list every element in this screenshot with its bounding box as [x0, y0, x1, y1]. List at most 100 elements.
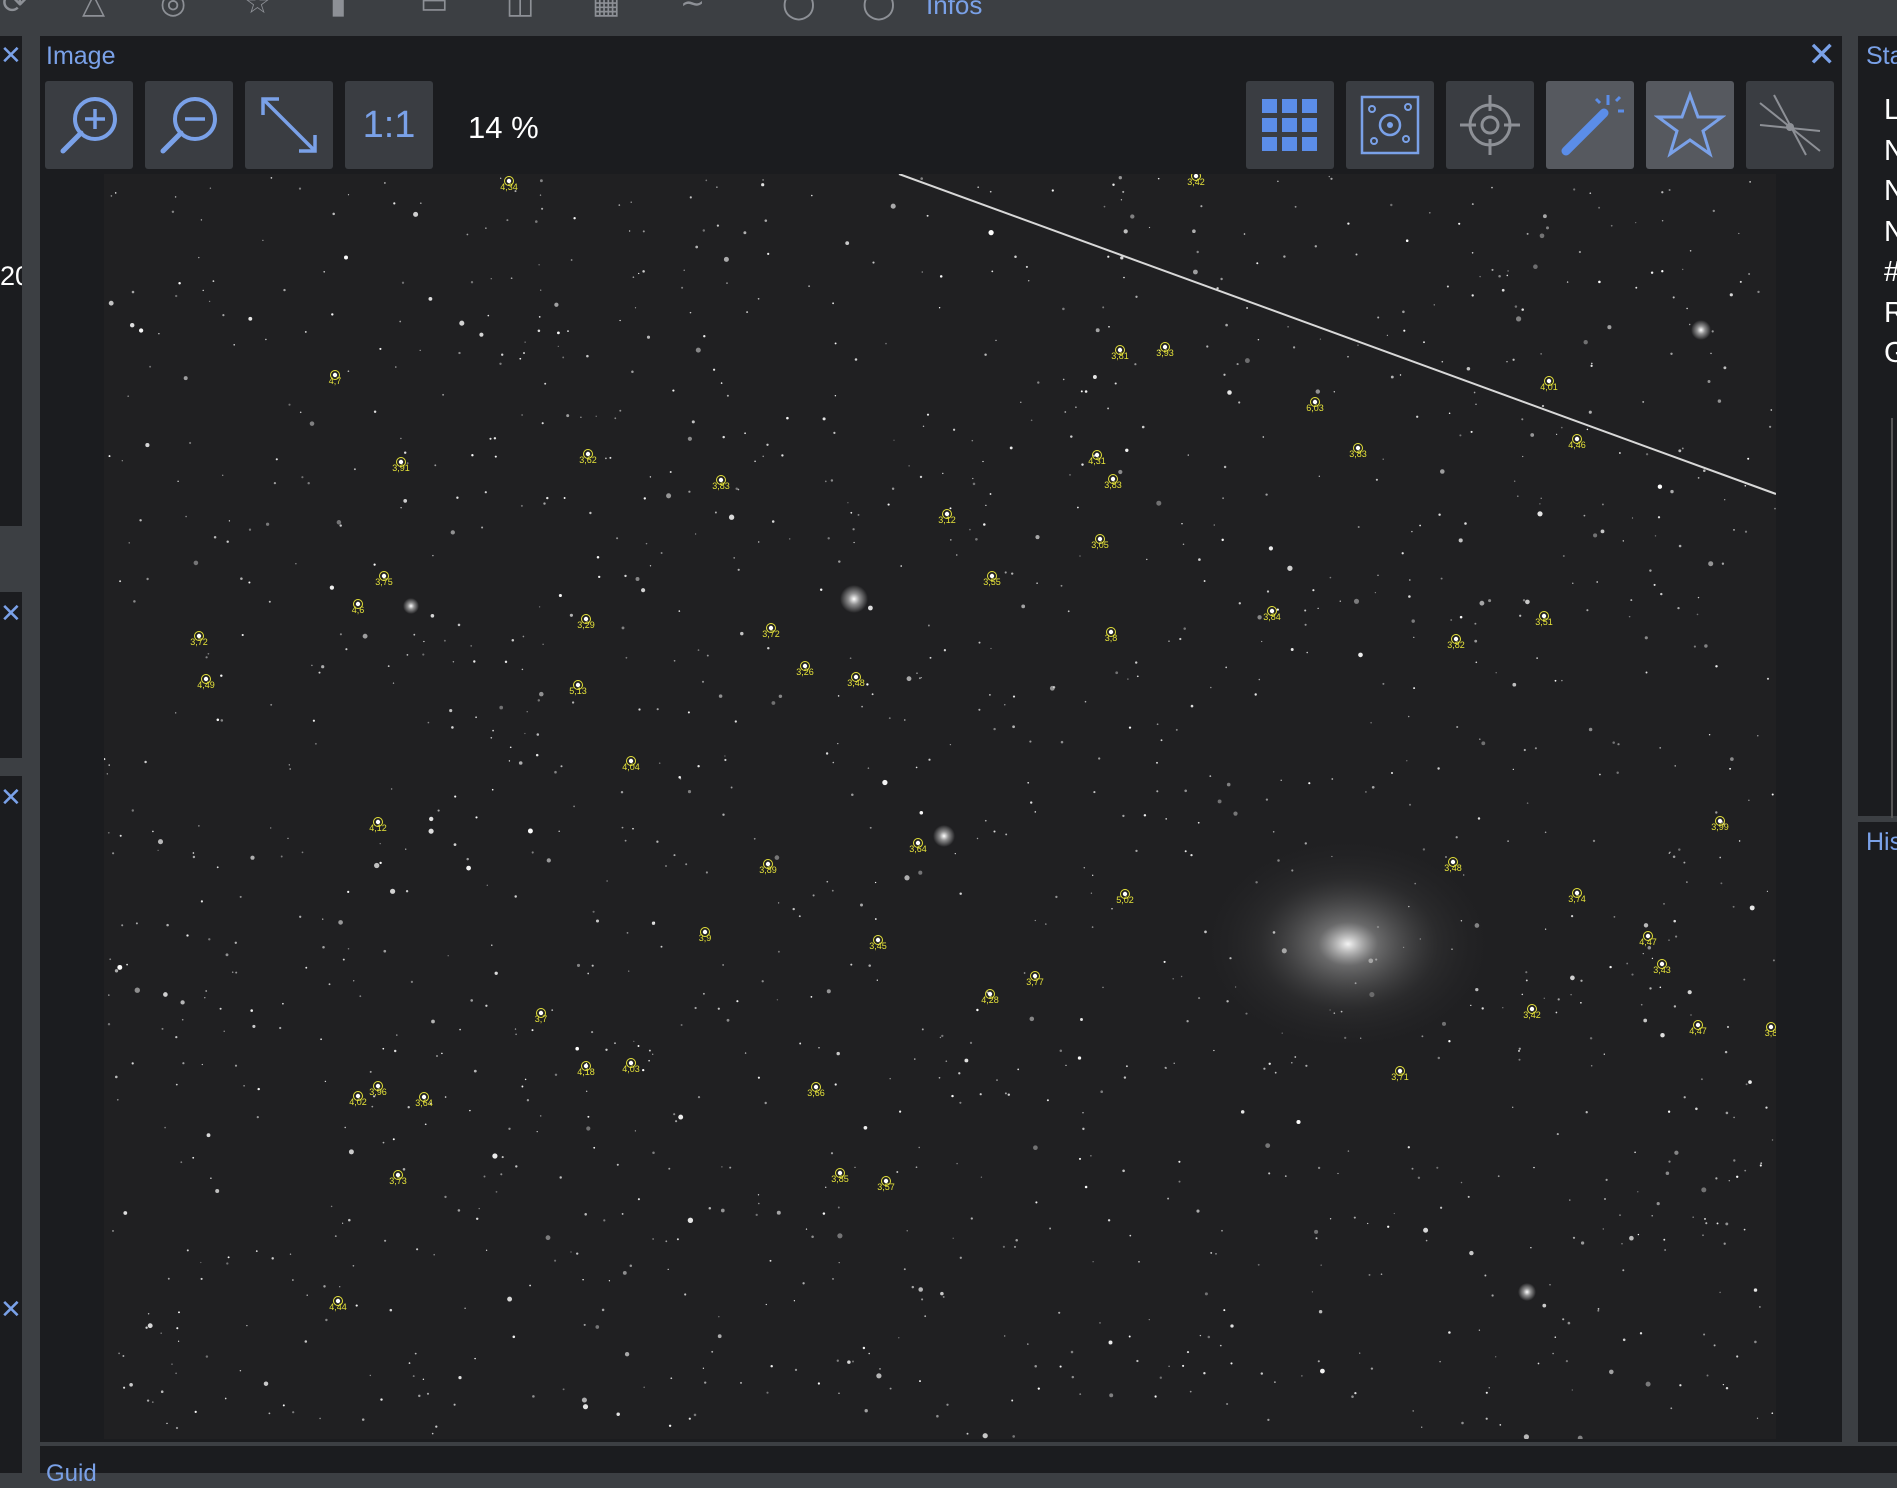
background-star	[1226, 1402, 1229, 1406]
background-star	[396, 1034, 398, 1036]
background-star	[724, 755, 726, 757]
background-star	[403, 451, 407, 454]
background-star	[1319, 338, 1322, 340]
background-star	[494, 455, 497, 458]
background-star	[634, 307, 637, 309]
background-star	[1597, 1309, 1600, 1312]
background-star	[490, 736, 493, 739]
close-icon[interactable]: ✕	[0, 1296, 22, 1322]
auto-stretch-button[interactable]	[1546, 81, 1634, 169]
background-star	[678, 776, 681, 779]
background-star	[603, 1219, 606, 1222]
background-star	[1012, 1435, 1015, 1438]
background-star	[1586, 428, 1589, 431]
background-star	[1522, 599, 1526, 602]
background-star	[1626, 962, 1629, 965]
star-icon	[1654, 90, 1726, 158]
background-star	[669, 471, 672, 473]
star-hfr-label: 3,72	[190, 637, 208, 647]
background-star	[145, 443, 150, 448]
background-star	[521, 414, 523, 416]
background-star	[419, 202, 422, 205]
background-star	[353, 980, 355, 982]
background-star	[128, 542, 130, 544]
background-star	[283, 288, 286, 292]
background-star	[1580, 1002, 1582, 1004]
background-star	[687, 711, 690, 714]
background-star	[1189, 1390, 1192, 1393]
refresh-icon[interactable]: ⟳	[2, 0, 27, 21]
actual-size-button[interactable]: 1:1	[345, 81, 433, 169]
background-star	[900, 565, 902, 567]
background-star	[1070, 435, 1073, 438]
background-star	[539, 691, 544, 697]
crosshair-button[interactable]	[1446, 81, 1534, 169]
background-star	[1045, 923, 1047, 925]
zoom-in-button[interactable]	[45, 81, 133, 169]
background-star	[134, 987, 140, 993]
background-star	[1108, 325, 1110, 328]
background-star	[576, 963, 581, 967]
background-star	[1118, 176, 1122, 180]
background-star	[1770, 409, 1773, 411]
background-star	[630, 201, 632, 203]
stats-row-initial: L	[1884, 94, 1897, 126]
grid-view-button[interactable]	[1246, 81, 1334, 169]
star-image-canvas[interactable]: 4,34 3,42 4,7 3,81 3,93 6,03 4,01 4,46 3,83 3,91 3…	[104, 174, 1776, 1439]
background-star	[914, 1058, 916, 1060]
bulb-icon[interactable]: ◯	[782, 0, 816, 21]
background-star	[637, 1198, 640, 1201]
background-star	[299, 411, 302, 414]
zoom-out-button[interactable]	[145, 81, 233, 169]
background-star	[874, 881, 877, 884]
close-icon[interactable]: ✕	[0, 42, 22, 68]
target-icon[interactable]: ◎	[160, 0, 186, 21]
close-icon[interactable]: ✕	[1808, 38, 1837, 72]
background-star	[1225, 323, 1228, 327]
shield-icon[interactable]: ◯	[862, 0, 896, 21]
close-icon[interactable]: ✕	[0, 784, 22, 810]
background-star	[743, 231, 747, 235]
plate-solve-button[interactable]	[1346, 81, 1434, 169]
background-star	[1215, 1253, 1217, 1255]
background-star	[1445, 856, 1447, 858]
background-star	[959, 1101, 962, 1104]
background-star	[228, 520, 231, 522]
background-star	[1009, 446, 1013, 450]
background-star	[526, 711, 528, 713]
star-hfr-label: 3,85	[831, 1174, 849, 1184]
background-star	[192, 852, 195, 854]
star-detection-button[interactable]	[1646, 81, 1734, 169]
star-list-icon[interactable]: ☆	[244, 0, 271, 21]
infos-label[interactable]: Infos	[926, 0, 982, 21]
background-star	[868, 605, 873, 611]
background-star	[1029, 1016, 1035, 1022]
annotate-button[interactable]	[1746, 81, 1834, 169]
fit-to-window-button[interactable]	[245, 81, 333, 169]
background-star	[323, 1285, 326, 1288]
columns-icon[interactable]: ▦	[592, 0, 620, 21]
close-icon[interactable]: ✕	[0, 600, 22, 626]
background-star	[618, 204, 621, 206]
background-star	[621, 626, 625, 630]
bars-icon[interactable]: ▮	[330, 0, 347, 21]
background-star	[522, 635, 525, 638]
background-star	[1329, 576, 1332, 579]
background-star	[1011, 1399, 1014, 1402]
sequence-icon[interactable]: ∼	[680, 0, 705, 21]
background-star	[551, 1009, 554, 1011]
background-star	[645, 542, 648, 545]
background-star	[1386, 334, 1389, 336]
library-icon[interactable]: ◫	[506, 0, 534, 21]
background-star	[995, 339, 997, 342]
screen-icon[interactable]: ▭	[420, 0, 448, 21]
background-star	[163, 992, 168, 997]
background-star	[104, 758, 106, 761]
background-star	[301, 476, 304, 479]
background-star	[705, 871, 708, 874]
background-star	[537, 329, 541, 333]
background-star	[1602, 1228, 1605, 1230]
background-star	[322, 946, 325, 949]
telescope-icon[interactable]: △	[82, 0, 105, 21]
background-star	[1317, 607, 1319, 609]
